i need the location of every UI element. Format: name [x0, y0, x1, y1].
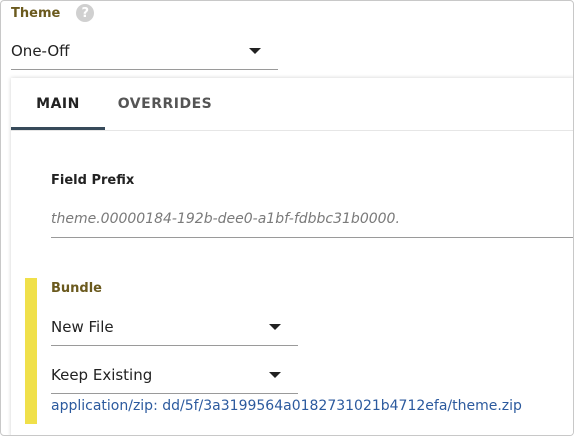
bundle-source-value: New File	[51, 317, 114, 336]
bundle-mode-select[interactable]: Keep Existing	[51, 356, 298, 394]
bundle-source-select[interactable]: New File	[51, 308, 298, 346]
field-prefix-label: Field Prefix	[51, 173, 135, 188]
active-tab-indicator	[11, 127, 105, 130]
bundle-mode-value: Keep Existing	[51, 365, 153, 384]
chevron-down-icon	[249, 48, 261, 54]
theme-select-value: One-Off	[11, 42, 70, 60]
bundle-file-link[interactable]: application/zip: dd/5f/3a3199564a0182731…	[51, 398, 522, 414]
theme-select[interactable]: One-Off	[11, 33, 278, 70]
tab-bar: MAIN OVERRIDES	[11, 78, 573, 131]
theme-label: Theme	[11, 5, 61, 21]
chevron-down-icon	[269, 371, 281, 378]
bundle-label: Bundle	[51, 281, 102, 296]
field-prefix-input[interactable]	[51, 200, 573, 238]
tab-main[interactable]: MAIN	[11, 78, 105, 130]
theme-header: Theme ?	[11, 4, 95, 22]
help-icon[interactable]: ?	[76, 4, 95, 22]
theme-editor-frame: Theme ? One-Off MAIN OVERRIDES Field Pre…	[0, 0, 574, 436]
bundle-accent-bar	[25, 278, 37, 424]
theme-panel: MAIN OVERRIDES Field Prefix Bundle New F…	[11, 78, 573, 435]
tab-overrides[interactable]: OVERRIDES	[115, 78, 215, 130]
chevron-down-icon	[269, 323, 281, 330]
